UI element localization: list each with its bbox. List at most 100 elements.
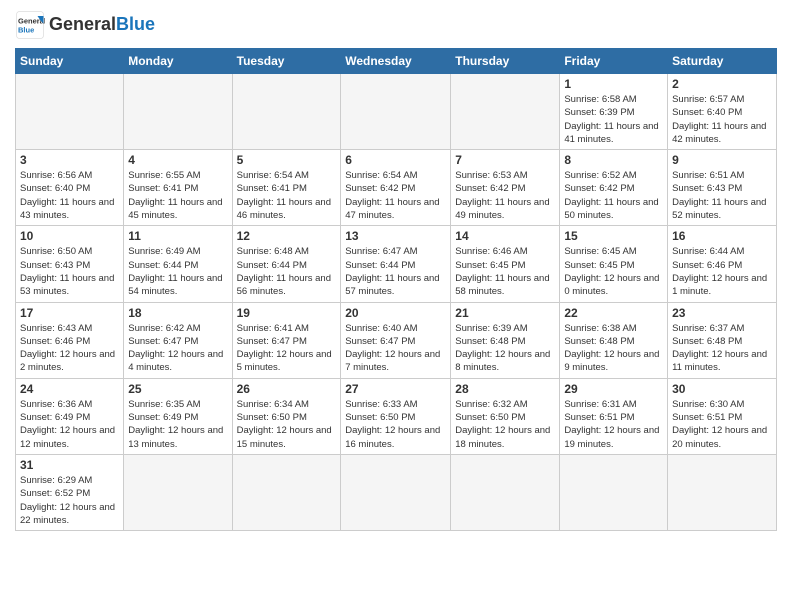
calendar-cell: 21 Sunrise: 6:39 AM Sunset: 6:48 PM Dayli… bbox=[451, 302, 560, 378]
day-info: Sunrise: 6:53 AM Sunset: 6:42 PM Dayligh… bbox=[455, 169, 555, 222]
calendar-cell: 24 Sunrise: 6:36 AM Sunset: 6:49 PM Dayli… bbox=[16, 378, 124, 454]
day-number: 14 bbox=[455, 229, 555, 243]
svg-text:Blue: Blue bbox=[18, 26, 34, 35]
day-number: 24 bbox=[20, 382, 119, 396]
calendar-cell bbox=[560, 454, 668, 530]
calendar-cell: 27 Sunrise: 6:33 AM Sunset: 6:50 PM Dayli… bbox=[341, 378, 451, 454]
day-info: Sunrise: 6:39 AM Sunset: 6:48 PM Dayligh… bbox=[455, 322, 555, 375]
day-number: 16 bbox=[672, 229, 772, 243]
day-number: 11 bbox=[128, 229, 227, 243]
day-number: 1 bbox=[564, 77, 663, 91]
calendar-cell bbox=[451, 454, 560, 530]
weekday-header-monday: Monday bbox=[124, 49, 232, 74]
weekday-header-tuesday: Tuesday bbox=[232, 49, 341, 74]
calendar-cell bbox=[232, 454, 341, 530]
day-info: Sunrise: 6:46 AM Sunset: 6:45 PM Dayligh… bbox=[455, 245, 555, 298]
day-number: 15 bbox=[564, 229, 663, 243]
day-number: 23 bbox=[672, 306, 772, 320]
logo-general: General bbox=[49, 14, 116, 34]
calendar-table: SundayMondayTuesdayWednesdayThursdayFrid… bbox=[15, 48, 777, 531]
header: General Blue GeneralBlue bbox=[15, 10, 777, 40]
calendar-cell bbox=[124, 454, 232, 530]
day-info: Sunrise: 6:58 AM Sunset: 6:39 PM Dayligh… bbox=[564, 93, 663, 146]
day-info: Sunrise: 6:52 AM Sunset: 6:42 PM Dayligh… bbox=[564, 169, 663, 222]
calendar-cell: 8 Sunrise: 6:52 AM Sunset: 6:42 PM Daylig… bbox=[560, 150, 668, 226]
calendar-cell: 13Sunrise: 6:47 AM Sunset: 6:44 PM Dayli… bbox=[341, 226, 451, 302]
calendar-page: General Blue GeneralBlue SundayMondayTue… bbox=[0, 0, 792, 612]
calendar-cell: 23Sunrise: 6:37 AM Sunset: 6:48 PM Dayli… bbox=[668, 302, 777, 378]
day-info: Sunrise: 6:54 AM Sunset: 6:42 PM Dayligh… bbox=[345, 169, 446, 222]
calendar-cell: 15 Sunrise: 6:45 AM Sunset: 6:45 PM Dayli… bbox=[560, 226, 668, 302]
day-number: 4 bbox=[128, 153, 227, 167]
calendar-cell: 5Sunrise: 6:54 AM Sunset: 6:41 PM Daylig… bbox=[232, 150, 341, 226]
calendar-cell: 22Sunrise: 6:38 AM Sunset: 6:48 PM Dayli… bbox=[560, 302, 668, 378]
calendar-cell bbox=[668, 454, 777, 530]
day-number: 27 bbox=[345, 382, 446, 396]
day-number: 2 bbox=[672, 77, 772, 91]
calendar-week-3: 10 Sunrise: 6:50 AM Sunset: 6:43 PM Dayli… bbox=[16, 226, 777, 302]
calendar-cell bbox=[16, 74, 124, 150]
day-info: Sunrise: 6:55 AM Sunset: 6:41 PM Dayligh… bbox=[128, 169, 227, 222]
day-info: Sunrise: 6:33 AM Sunset: 6:50 PM Dayligh… bbox=[345, 398, 446, 451]
weekday-header-friday: Friday bbox=[560, 49, 668, 74]
calendar-cell: 6 Sunrise: 6:54 AM Sunset: 6:42 PM Daylig… bbox=[341, 150, 451, 226]
calendar-cell: 17Sunrise: 6:43 AM Sunset: 6:46 PM Dayli… bbox=[16, 302, 124, 378]
day-number: 10 bbox=[20, 229, 119, 243]
calendar-cell: 31 Sunrise: 6:29 AM Sunset: 6:52 PM Dayli… bbox=[16, 454, 124, 530]
calendar-week-2: 3 Sunrise: 6:56 AM Sunset: 6:40 PM Daylig… bbox=[16, 150, 777, 226]
day-number: 19 bbox=[237, 306, 337, 320]
day-number: 6 bbox=[345, 153, 446, 167]
calendar-cell: 26Sunrise: 6:34 AM Sunset: 6:50 PM Dayli… bbox=[232, 378, 341, 454]
calendar-cell: 20Sunrise: 6:40 AM Sunset: 6:47 PM Dayli… bbox=[341, 302, 451, 378]
day-number: 21 bbox=[455, 306, 555, 320]
calendar-cell bbox=[451, 74, 560, 150]
calendar-cell: 19 Sunrise: 6:41 AM Sunset: 6:47 PM Dayli… bbox=[232, 302, 341, 378]
day-info: Sunrise: 6:50 AM Sunset: 6:43 PM Dayligh… bbox=[20, 245, 119, 298]
day-number: 13 bbox=[345, 229, 446, 243]
logo: General Blue GeneralBlue bbox=[15, 10, 155, 40]
day-info: Sunrise: 6:36 AM Sunset: 6:49 PM Dayligh… bbox=[20, 398, 119, 451]
calendar-cell: 9 Sunrise: 6:51 AM Sunset: 6:43 PM Daylig… bbox=[668, 150, 777, 226]
calendar-week-1: 1 Sunrise: 6:58 AM Sunset: 6:39 PM Daylig… bbox=[16, 74, 777, 150]
day-info: Sunrise: 6:34 AM Sunset: 6:50 PM Dayligh… bbox=[237, 398, 337, 451]
calendar-week-4: 17Sunrise: 6:43 AM Sunset: 6:46 PM Dayli… bbox=[16, 302, 777, 378]
calendar-cell bbox=[232, 74, 341, 150]
logo-blue: Blue bbox=[116, 14, 155, 34]
day-number: 31 bbox=[20, 458, 119, 472]
calendar-cell: 11 Sunrise: 6:49 AM Sunset: 6:44 PM Dayli… bbox=[124, 226, 232, 302]
weekday-header-wednesday: Wednesday bbox=[341, 49, 451, 74]
day-info: Sunrise: 6:30 AM Sunset: 6:51 PM Dayligh… bbox=[672, 398, 772, 451]
day-info: Sunrise: 6:43 AM Sunset: 6:46 PM Dayligh… bbox=[20, 322, 119, 375]
day-number: 25 bbox=[128, 382, 227, 396]
calendar-cell: 25Sunrise: 6:35 AM Sunset: 6:49 PM Dayli… bbox=[124, 378, 232, 454]
calendar-cell: 2Sunrise: 6:57 AM Sunset: 6:40 PM Daylig… bbox=[668, 74, 777, 150]
calendar-cell: 16 Sunrise: 6:44 AM Sunset: 6:46 PM Dayli… bbox=[668, 226, 777, 302]
calendar-cell bbox=[341, 74, 451, 150]
calendar-cell: 4 Sunrise: 6:55 AM Sunset: 6:41 PM Daylig… bbox=[124, 150, 232, 226]
day-info: Sunrise: 6:48 AM Sunset: 6:44 PM Dayligh… bbox=[237, 245, 337, 298]
weekday-header-thursday: Thursday bbox=[451, 49, 560, 74]
weekday-header-sunday: Sunday bbox=[16, 49, 124, 74]
day-number: 28 bbox=[455, 382, 555, 396]
calendar-header-row: SundayMondayTuesdayWednesdayThursdayFrid… bbox=[16, 49, 777, 74]
calendar-cell: 14 Sunrise: 6:46 AM Sunset: 6:45 PM Dayli… bbox=[451, 226, 560, 302]
day-info: Sunrise: 6:38 AM Sunset: 6:48 PM Dayligh… bbox=[564, 322, 663, 375]
calendar-week-6: 31 Sunrise: 6:29 AM Sunset: 6:52 PM Dayli… bbox=[16, 454, 777, 530]
day-info: Sunrise: 6:49 AM Sunset: 6:44 PM Dayligh… bbox=[128, 245, 227, 298]
calendar-cell: 10 Sunrise: 6:50 AM Sunset: 6:43 PM Dayli… bbox=[16, 226, 124, 302]
day-info: Sunrise: 6:44 AM Sunset: 6:46 PM Dayligh… bbox=[672, 245, 772, 298]
day-number: 8 bbox=[564, 153, 663, 167]
day-number: 9 bbox=[672, 153, 772, 167]
day-info: Sunrise: 6:45 AM Sunset: 6:45 PM Dayligh… bbox=[564, 245, 663, 298]
day-number: 7 bbox=[455, 153, 555, 167]
day-info: Sunrise: 6:41 AM Sunset: 6:47 PM Dayligh… bbox=[237, 322, 337, 375]
day-info: Sunrise: 6:54 AM Sunset: 6:41 PM Dayligh… bbox=[237, 169, 337, 222]
day-info: Sunrise: 6:32 AM Sunset: 6:50 PM Dayligh… bbox=[455, 398, 555, 451]
logo-icon: General Blue bbox=[15, 10, 45, 40]
day-info: Sunrise: 6:29 AM Sunset: 6:52 PM Dayligh… bbox=[20, 474, 119, 527]
day-number: 29 bbox=[564, 382, 663, 396]
day-number: 3 bbox=[20, 153, 119, 167]
logo-text: GeneralBlue bbox=[49, 15, 155, 35]
day-info: Sunrise: 6:51 AM Sunset: 6:43 PM Dayligh… bbox=[672, 169, 772, 222]
day-info: Sunrise: 6:56 AM Sunset: 6:40 PM Dayligh… bbox=[20, 169, 119, 222]
